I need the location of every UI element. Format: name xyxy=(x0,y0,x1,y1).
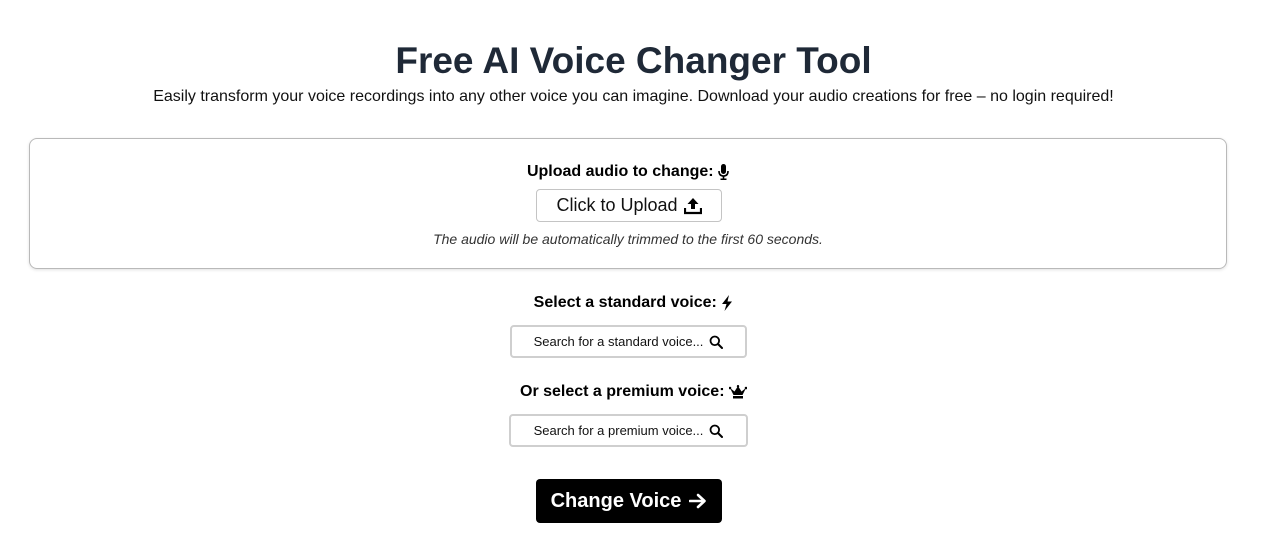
upload-label-text: Upload audio to change: xyxy=(526,163,714,180)
upload-note: The audio will be automatically trimmed … xyxy=(433,231,823,247)
crown-icon xyxy=(728,384,747,399)
standard-voice-placeholder: Search for a standard voice... xyxy=(533,334,704,349)
page-title: Free AI Voice Changer Tool xyxy=(395,40,872,81)
standard-voice-search[interactable]: Search for a standard voice... xyxy=(510,325,747,358)
upload-label: Upload audio to change: xyxy=(30,162,1226,182)
premium-voice-placeholder: Search for a premium voice... xyxy=(533,423,704,438)
standard-voice-label: Select a standard voice: xyxy=(0,293,1267,313)
upload-icon xyxy=(683,197,702,215)
lightning-icon xyxy=(721,294,733,311)
change-voice-button-label: Change Voice xyxy=(550,489,682,512)
premium-voice-label-text: Or select a premium voice: xyxy=(520,383,725,400)
upload-button-label: Click to Upload xyxy=(556,195,678,215)
search-icon xyxy=(709,424,724,438)
arrow-right-icon xyxy=(689,493,707,509)
premium-voice-label: Or select a premium voice: xyxy=(0,382,1267,402)
premium-voice-search[interactable]: Search for a premium voice... xyxy=(509,414,748,447)
microphone-icon xyxy=(718,163,729,180)
page-subtitle: Easily transform your voice recordings i… xyxy=(153,88,1114,105)
change-voice-button[interactable]: Change Voice xyxy=(536,479,722,523)
upload-card: Upload audio to change: Click to Upload … xyxy=(29,138,1227,269)
search-icon xyxy=(709,335,724,349)
standard-voice-label-text: Select a standard voice: xyxy=(533,294,717,311)
upload-button[interactable]: Click to Upload xyxy=(536,189,722,222)
